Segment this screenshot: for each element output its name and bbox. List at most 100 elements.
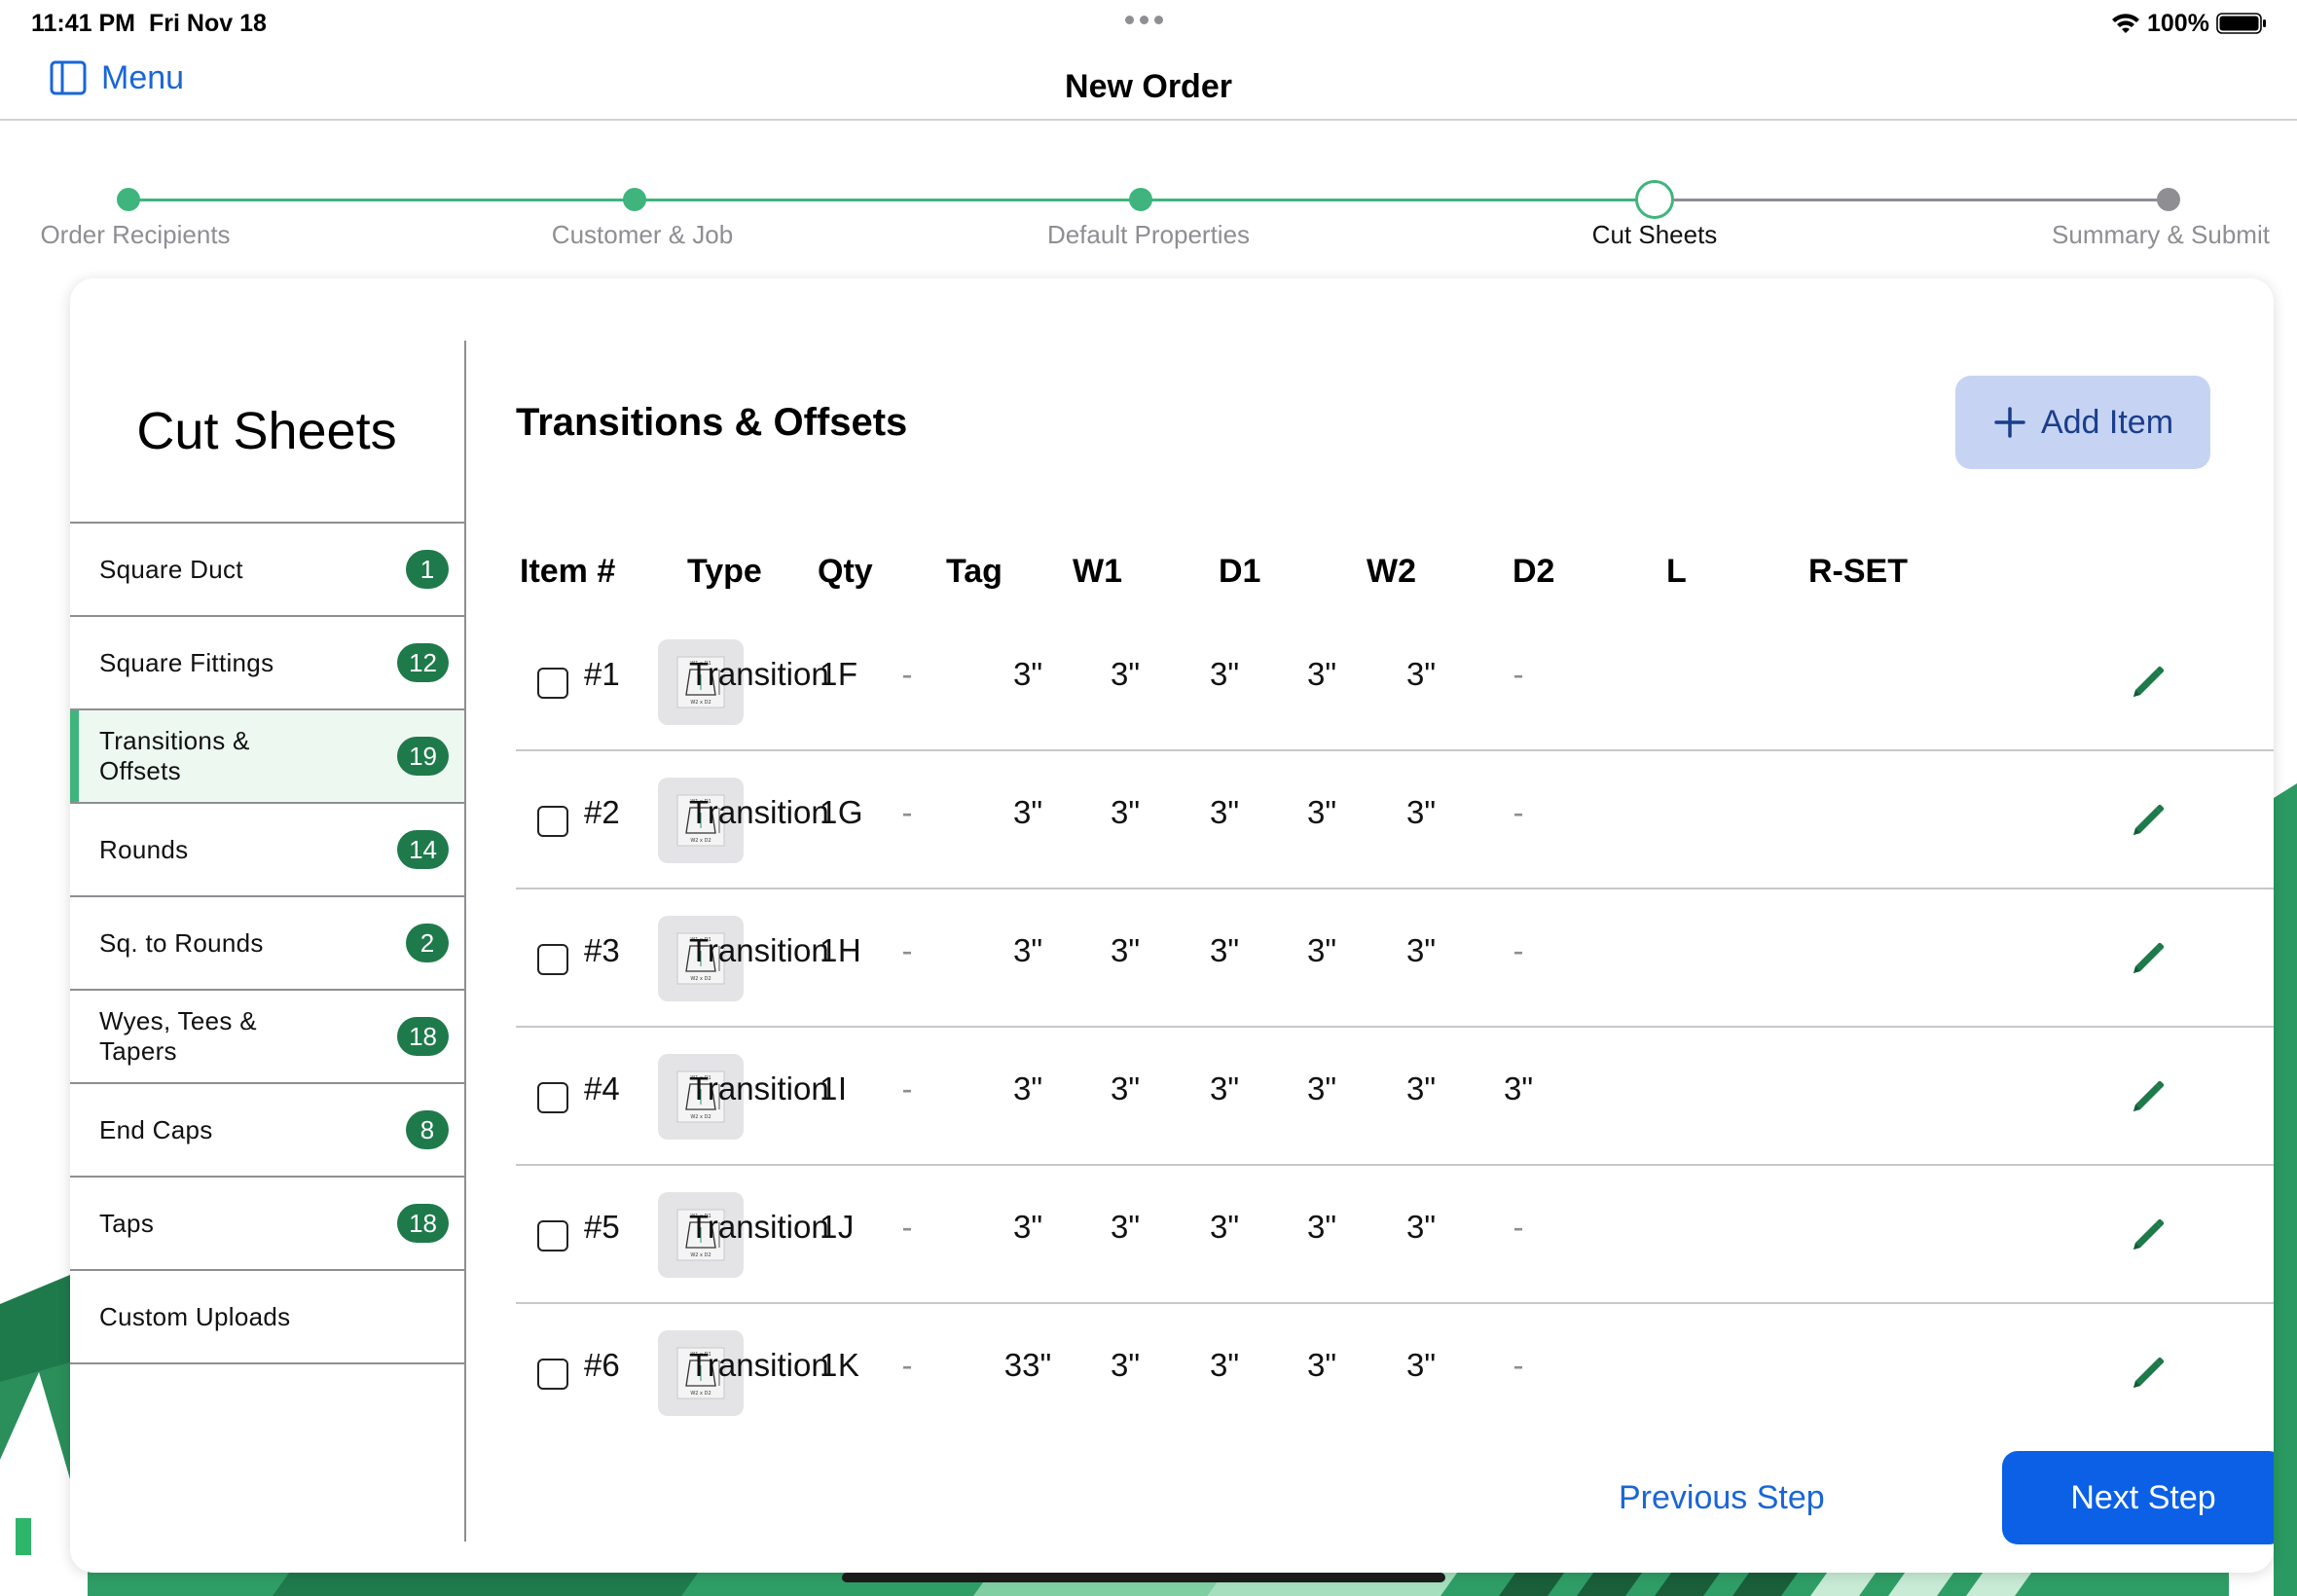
item-number-cell: #6 [584,1347,620,1383]
count-badge: 19 [397,737,449,776]
svg-text:W2 x D2: W2 x D2 [690,976,711,982]
tag-cell: - [901,1347,913,1383]
section-title: Transitions & Offsets [516,401,908,444]
sidebar-item-square-fittings[interactable]: Square Fittings 12 [70,617,465,710]
pencil-icon [2126,1076,2169,1119]
sidebar-item-label: Square Fittings [99,647,274,677]
previous-step-button[interactable]: Previous Step [1619,1479,1825,1517]
edit-row-button[interactable] [2126,662,2169,705]
d1-cell: 3" [1110,932,1141,968]
sidebar-item-label: Transitions & Offsets [99,726,250,785]
edit-row-button[interactable] [2126,1076,2169,1119]
row-checkbox[interactable] [537,944,568,975]
column-header-w2: W2 [1367,553,1416,590]
sidebar-item-label: Rounds [99,834,189,864]
qty-cell: 1 [820,1070,838,1106]
tag-cell: - [901,1209,913,1245]
tag-cell: - [901,656,913,692]
status-bar: 11:41 PM Fri Nov 18 100% [0,0,2297,47]
w2-cell: 3" [1209,794,1240,830]
d1-cell: 3" [1110,656,1141,692]
edit-row-button[interactable] [2126,1353,2169,1396]
battery-percent: 100% [2147,10,2209,37]
step-label-summary-submit[interactable]: Summary & Submit [2052,220,2270,250]
row-checkbox[interactable] [537,1359,568,1390]
next-step-button[interactable]: Next Step [2002,1451,2274,1544]
pencil-icon [2126,800,2169,843]
sidebar-item-square-duct[interactable]: Square Duct 1 [70,524,465,617]
pencil-icon [2126,1215,2169,1257]
cut-sheets-card: Cut Sheets Square Duct 1 Square Fittings… [70,278,2274,1573]
rset-cell: - [1513,1209,1524,1245]
d1-cell: 3" [1110,1070,1141,1106]
add-item-button[interactable]: Add Item [1955,376,2210,469]
rset-cell: - [1513,794,1524,830]
row-checkbox[interactable] [537,668,568,699]
status-time: 11:41 PM [31,10,136,37]
step-dot-summary-submit[interactable] [2157,188,2180,211]
row-checkbox[interactable] [537,806,568,837]
category-list: Square Duct 1 Square Fittings 12 Transit… [70,522,465,1364]
table-body: #1 W1 x D1 W2 x D2 Transition F 1-3" 3" 3" 3" 3"… [516,613,2274,1442]
w1-cell: 3" [1012,794,1043,830]
edit-row-button[interactable] [2126,1215,2169,1257]
navigation-bar: Menu New Order [0,47,2297,121]
tag-cell: - [901,794,913,830]
column-header-l: L [1666,553,1687,590]
table-header: Item # Type Qty Tag W1 D1 W2 D2 L R-SET [516,535,2274,613]
step-dot-default-properties[interactable] [1129,188,1152,211]
step-dot-customer-job[interactable] [623,188,646,211]
qty-cell: 1 [820,1347,838,1383]
d2-cell: 3" [1306,1209,1337,1245]
rset-cell: - [1513,656,1524,692]
row-checkbox[interactable] [537,1220,568,1251]
step-dot-cut-sheets[interactable] [1635,180,1674,219]
count-badge: 18 [397,1204,449,1243]
tag-cell: - [901,932,913,968]
sidebar-item-taps[interactable]: Taps 18 [70,1178,465,1271]
sidebar-item-end-caps[interactable]: End Caps 8 [70,1084,465,1178]
w2-cell: 3" [1209,932,1240,968]
sidebar-item-label: End Caps [99,1114,213,1144]
step-label-customer-job[interactable]: Customer & Job [552,220,733,250]
stepper-line-todo [1674,199,2169,201]
pencil-icon [2126,938,2169,981]
rset-cell: - [1513,1347,1524,1383]
column-header-d2: D2 [1513,553,1555,590]
step-label-default-properties[interactable]: Default Properties [1047,220,1250,250]
count-badge: 8 [406,1110,449,1149]
sidebar-item-wyes-tees-tapers[interactable]: Wyes, Tees & Tapers 18 [70,991,465,1084]
row-checkbox[interactable] [537,1082,568,1113]
sidebar-item-custom-uploads[interactable]: Custom Uploads [70,1271,465,1364]
wifi-icon [2112,14,2139,33]
sidebar-item-sq-to-rounds[interactable]: Sq. to Rounds 2 [70,897,465,991]
d2-cell: 3" [1306,794,1337,830]
table-row: #6 W1 x D1 W2 x D2 Transition K 1-33" 3" 3" 3" 3… [516,1304,2274,1442]
item-number-cell: #3 [584,932,620,968]
sidebar-item-rounds[interactable]: Rounds 14 [70,804,465,897]
step-dot-order-recipients[interactable] [117,188,140,211]
status-date: Fri Nov 18 [149,10,267,37]
w1-cell: 3" [1012,932,1043,968]
step-label-order-recipients[interactable]: Order Recipients [40,220,230,250]
column-header-rset: R-SET [1808,553,1908,590]
edit-row-button[interactable] [2126,938,2169,981]
d1-cell: 3" [1110,1209,1141,1245]
sidebar-item-transitions-offsets[interactable]: Transitions & Offsets 19 [70,710,465,804]
d1-cell: 3" [1110,794,1141,830]
column-header-item: Item # [520,553,616,590]
count-badge: 1 [406,550,449,589]
multitasking-dots-icon[interactable] [1125,16,1163,24]
step-label-cut-sheets[interactable]: Cut Sheets [1592,220,1718,250]
sidebar-item-label: Taps [99,1208,155,1238]
sidebar-title: Cut Sheets [136,402,397,460]
column-header-type: Type [687,553,762,590]
page-title: New Order [1065,68,1232,105]
l-cell: 3" [1405,1070,1437,1106]
home-indicator [842,1573,1445,1582]
count-badge: 2 [406,924,449,962]
l-cell: 3" [1405,1347,1437,1383]
rset-cell: - [1513,932,1524,968]
w2-cell: 3" [1209,656,1240,692]
edit-row-button[interactable] [2126,800,2169,843]
